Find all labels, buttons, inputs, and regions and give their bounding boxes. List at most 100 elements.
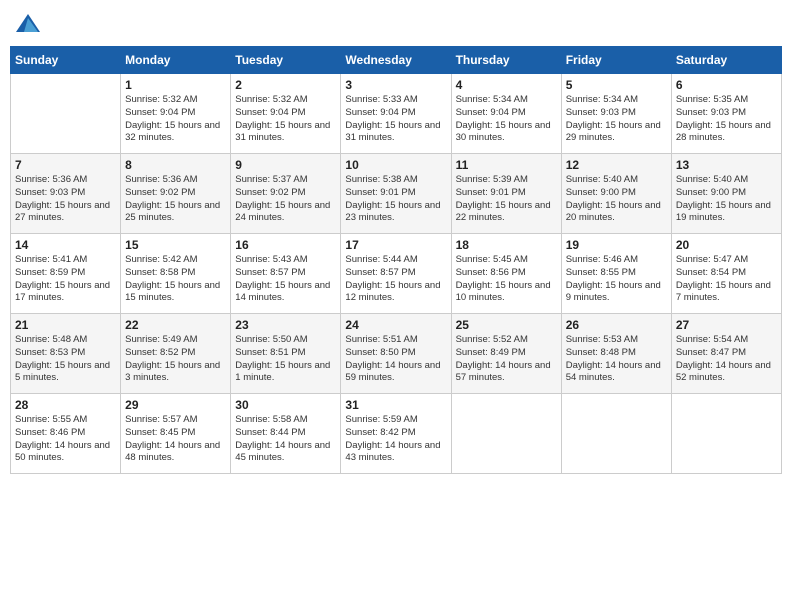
day-info: Sunrise: 5:46 AM Sunset: 8:55 PM Dayligh…	[566, 254, 667, 305]
calendar-cell: 12 Sunrise: 5:40 AM Sunset: 9:00 PM Dayli…	[561, 154, 671, 234]
day-info: Sunrise: 5:36 AM Sunset: 9:02 PM Dayligh…	[125, 174, 226, 225]
day-number: 14	[15, 238, 116, 252]
logo	[14, 10, 46, 38]
day-info: Sunrise: 5:32 AM Sunset: 9:04 PM Dayligh…	[125, 94, 226, 145]
day-info: Sunrise: 5:58 AM Sunset: 8:44 PM Dayligh…	[235, 414, 336, 465]
day-info: Sunrise: 5:38 AM Sunset: 9:01 PM Dayligh…	[345, 174, 446, 225]
calendar-cell	[451, 394, 561, 474]
day-number: 24	[345, 318, 446, 332]
weekday-header-friday: Friday	[561, 47, 671, 74]
day-number: 15	[125, 238, 226, 252]
calendar-cell: 15 Sunrise: 5:42 AM Sunset: 8:58 PM Dayli…	[121, 234, 231, 314]
calendar-cell: 24 Sunrise: 5:51 AM Sunset: 8:50 PM Dayli…	[341, 314, 451, 394]
day-info: Sunrise: 5:55 AM Sunset: 8:46 PM Dayligh…	[15, 414, 116, 465]
day-info: Sunrise: 5:39 AM Sunset: 9:01 PM Dayligh…	[456, 174, 557, 225]
day-number: 30	[235, 398, 336, 412]
day-number: 8	[125, 158, 226, 172]
calendar-cell: 23Sunrise: 5:50 AM Sunset: 8:51 PM Dayli…	[231, 314, 341, 394]
day-number: 1	[125, 78, 226, 92]
calendar-cell: 22 Sunrise: 5:49 AM Sunset: 8:52 PM Dayli…	[121, 314, 231, 394]
day-info: Sunrise: 5:44 AM Sunset: 8:57 PM Dayligh…	[345, 254, 446, 305]
day-info: Sunrise: 5:49 AM Sunset: 8:52 PM Dayligh…	[125, 334, 226, 385]
day-info: Sunrise: 5:54 AM Sunset: 8:47 PM Dayligh…	[676, 334, 777, 385]
day-info: Sunrise: 5:45 AM Sunset: 8:56 PM Dayligh…	[456, 254, 557, 305]
calendar-cell: 30 Sunrise: 5:58 AM Sunset: 8:44 PM Dayli…	[231, 394, 341, 474]
weekday-header-row: SundayMondayTuesdayWednesdayThursdayFrid…	[11, 47, 782, 74]
day-number: 19	[566, 238, 667, 252]
day-number: 9	[235, 158, 336, 172]
weekday-header-tuesday: Tuesday	[231, 47, 341, 74]
week-row-3: 14 Sunrise: 5:41 AM Sunset: 8:59 PM Dayli…	[11, 234, 782, 314]
day-info: Sunrise: 5:37 AM Sunset: 9:02 PM Dayligh…	[235, 174, 336, 225]
day-info: Sunrise: 5:41 AM Sunset: 8:59 PM Dayligh…	[15, 254, 116, 305]
calendar-cell: 3 Sunrise: 5:33 AM Sunset: 9:04 PM Daylig…	[341, 74, 451, 154]
calendar-cell: 28 Sunrise: 5:55 AM Sunset: 8:46 PM Dayli…	[11, 394, 121, 474]
calendar-cell: 14 Sunrise: 5:41 AM Sunset: 8:59 PM Dayli…	[11, 234, 121, 314]
calendar-cell: 7 Sunrise: 5:36 AM Sunset: 9:03 PM Daylig…	[11, 154, 121, 234]
weekday-header-thursday: Thursday	[451, 47, 561, 74]
day-number: 28	[15, 398, 116, 412]
logo-icon	[14, 10, 42, 38]
calendar-cell: 9 Sunrise: 5:37 AM Sunset: 9:02 PM Daylig…	[231, 154, 341, 234]
weekday-header-saturday: Saturday	[671, 47, 781, 74]
day-info: Sunrise: 5:43 AM Sunset: 8:57 PM Dayligh…	[235, 254, 336, 305]
day-info: Sunrise: 5:34 AM Sunset: 9:04 PM Dayligh…	[456, 94, 557, 145]
day-number: 25	[456, 318, 557, 332]
page-header	[10, 10, 782, 38]
day-info: Sunrise: 5:40 AM Sunset: 9:00 PM Dayligh…	[566, 174, 667, 225]
day-info: Sunrise: 5:47 AM Sunset: 8:54 PM Dayligh…	[676, 254, 777, 305]
calendar-cell: 19 Sunrise: 5:46 AM Sunset: 8:55 PM Dayli…	[561, 234, 671, 314]
calendar-cell: 17 Sunrise: 5:44 AM Sunset: 8:57 PM Dayli…	[341, 234, 451, 314]
day-number: 17	[345, 238, 446, 252]
calendar-cell: 10 Sunrise: 5:38 AM Sunset: 9:01 PM Dayli…	[341, 154, 451, 234]
day-info: Sunrise: 5:40 AM Sunset: 9:00 PM Dayligh…	[676, 174, 777, 225]
day-number: 7	[15, 158, 116, 172]
day-info: Sunrise: 5:42 AM Sunset: 8:58 PM Dayligh…	[125, 254, 226, 305]
day-info: Sunrise: 5:57 AM Sunset: 8:45 PM Dayligh…	[125, 414, 226, 465]
day-number: 31	[345, 398, 446, 412]
day-info: Sunrise: 5:51 AM Sunset: 8:50 PM Dayligh…	[345, 334, 446, 385]
weekday-header-wednesday: Wednesday	[341, 47, 451, 74]
week-row-2: 7 Sunrise: 5:36 AM Sunset: 9:03 PM Daylig…	[11, 154, 782, 234]
calendar-cell: 5Sunrise: 5:34 AM Sunset: 9:03 PM Daylig…	[561, 74, 671, 154]
calendar-cell: 21Sunrise: 5:48 AM Sunset: 8:53 PM Dayli…	[11, 314, 121, 394]
day-number: 18	[456, 238, 557, 252]
calendar-cell: 2 Sunrise: 5:32 AM Sunset: 9:04 PM Daylig…	[231, 74, 341, 154]
day-number: 13	[676, 158, 777, 172]
day-number: 20	[676, 238, 777, 252]
calendar-cell: 13 Sunrise: 5:40 AM Sunset: 9:00 PM Dayli…	[671, 154, 781, 234]
weekday-header-monday: Monday	[121, 47, 231, 74]
calendar-cell: 25 Sunrise: 5:52 AM Sunset: 8:49 PM Dayli…	[451, 314, 561, 394]
calendar-cell: 20 Sunrise: 5:47 AM Sunset: 8:54 PM Dayli…	[671, 234, 781, 314]
day-number: 3	[345, 78, 446, 92]
day-info: Sunrise: 5:48 AM Sunset: 8:53 PM Dayligh…	[15, 334, 116, 385]
calendar-cell: 1 Sunrise: 5:32 AM Sunset: 9:04 PM Daylig…	[121, 74, 231, 154]
day-info: Sunrise: 5:59 AM Sunset: 8:42 PM Dayligh…	[345, 414, 446, 465]
day-info: Sunrise: 5:34 AM Sunset: 9:03 PM Dayligh…	[566, 94, 667, 145]
calendar-cell: 16 Sunrise: 5:43 AM Sunset: 8:57 PM Dayli…	[231, 234, 341, 314]
day-number: 16	[235, 238, 336, 252]
day-info: Sunrise: 5:53 AM Sunset: 8:48 PM Dayligh…	[566, 334, 667, 385]
day-number: 10	[345, 158, 446, 172]
day-info: Sunrise: 5:32 AM Sunset: 9:04 PM Dayligh…	[235, 94, 336, 145]
day-number: 11	[456, 158, 557, 172]
day-info: Sunrise: 5:36 AM Sunset: 9:03 PM Dayligh…	[15, 174, 116, 225]
day-number: 12	[566, 158, 667, 172]
calendar-cell: 6Sunrise: 5:35 AM Sunset: 9:03 PM Daylig…	[671, 74, 781, 154]
calendar-cell: 29 Sunrise: 5:57 AM Sunset: 8:45 PM Dayli…	[121, 394, 231, 474]
day-info: Sunrise: 5:35 AM Sunset: 9:03 PM Dayligh…	[676, 94, 777, 145]
day-info: Sunrise: 5:52 AM Sunset: 8:49 PM Dayligh…	[456, 334, 557, 385]
day-number: 27	[676, 318, 777, 332]
weekday-header-sunday: Sunday	[11, 47, 121, 74]
calendar-cell: 31 Sunrise: 5:59 AM Sunset: 8:42 PM Dayli…	[341, 394, 451, 474]
day-number: 29	[125, 398, 226, 412]
day-number: 26	[566, 318, 667, 332]
calendar-cell: 27 Sunrise: 5:54 AM Sunset: 8:47 PM Dayli…	[671, 314, 781, 394]
calendar-cell: 4Sunrise: 5:34 AM Sunset: 9:04 PM Daylig…	[451, 74, 561, 154]
calendar-cell	[11, 74, 121, 154]
day-info: Sunrise: 5:33 AM Sunset: 9:04 PM Dayligh…	[345, 94, 446, 145]
calendar-cell: 26 Sunrise: 5:53 AM Sunset: 8:48 PM Dayli…	[561, 314, 671, 394]
day-number: 22	[125, 318, 226, 332]
calendar-cell: 8 Sunrise: 5:36 AM Sunset: 9:02 PM Daylig…	[121, 154, 231, 234]
day-number: 2	[235, 78, 336, 92]
